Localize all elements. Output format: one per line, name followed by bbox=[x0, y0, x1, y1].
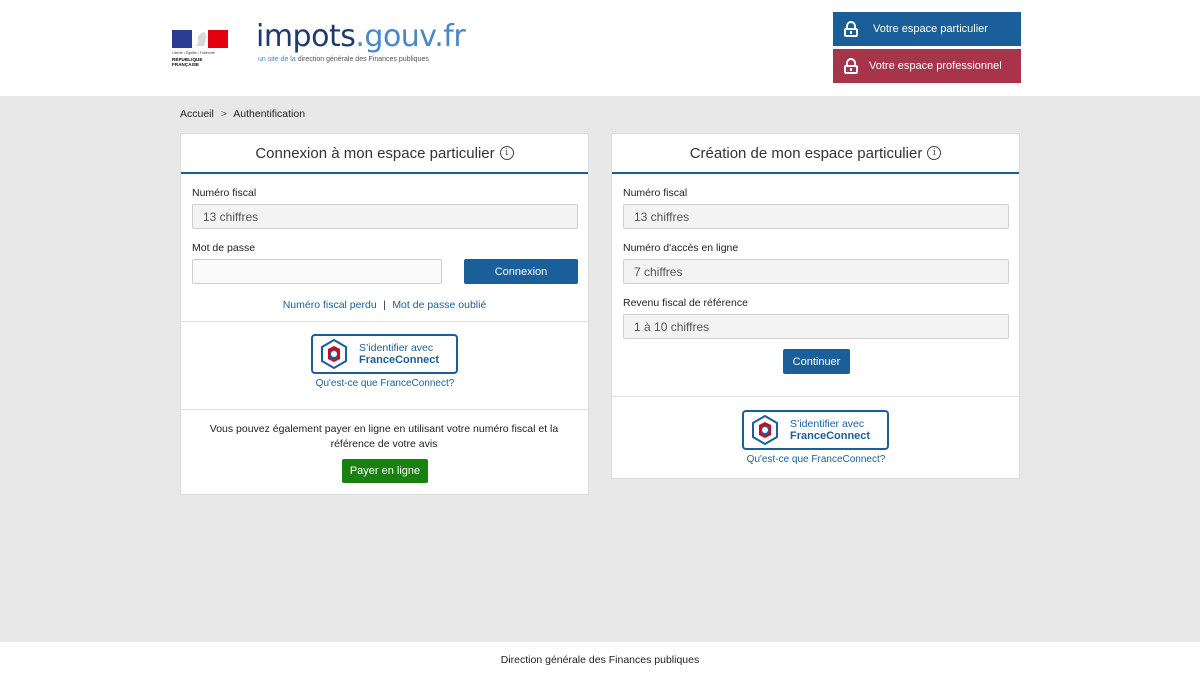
marianne-profile-icon bbox=[195, 32, 207, 46]
franceconnect-line2: FranceConnect bbox=[359, 354, 440, 366]
brand-subtitle-suffix: direction générale des Finances publique… bbox=[297, 56, 429, 63]
divider bbox=[181, 321, 588, 322]
forgot-password-link[interactable]: Mot de passe oublié bbox=[392, 299, 486, 311]
lock-icon bbox=[843, 58, 859, 74]
access-number-label: Numéro d'accès en ligne bbox=[623, 242, 739, 254]
create-card-title: Création de mon espace particulier bbox=[689, 144, 923, 162]
franceconnect-line1: S’identifier avec bbox=[790, 418, 865, 430]
info-icon[interactable]: i bbox=[499, 146, 514, 160]
create-card-header: Création de mon espace particulier i bbox=[612, 134, 1019, 174]
franceconnect-line2: FranceConnect bbox=[790, 430, 871, 442]
links-separator: | bbox=[383, 299, 386, 311]
divider bbox=[612, 396, 1019, 397]
footer-text: Direction générale des Finances publique… bbox=[500, 654, 700, 666]
password-input[interactable] bbox=[192, 259, 442, 284]
brand-subtitle-prefix: un site de la bbox=[258, 56, 296, 63]
login-card-title: Connexion à mon espace particulier bbox=[255, 144, 495, 162]
breadcrumb-home-link[interactable]: Accueil bbox=[180, 108, 214, 120]
connect-button[interactable]: Connexion bbox=[464, 259, 578, 284]
particulier-space-button[interactable]: Votre espace particulier bbox=[833, 12, 1021, 46]
franceconnect-help-link[interactable]: Qu'est-ce que FranceConnect? bbox=[716, 454, 916, 465]
main-content: Accueil > Authentification Connexion à m… bbox=[0, 96, 1200, 642]
password-label: Mot de passe bbox=[192, 242, 256, 254]
reference-revenue-input[interactable]: 1 à 10 chiffres bbox=[623, 314, 1009, 339]
franceconnect-logo-icon bbox=[321, 339, 347, 369]
franceconnect-button[interactable]: S’identifier avec FranceConnect bbox=[742, 410, 889, 450]
franceconnect-help-link[interactable]: Qu'est-ce que FranceConnect? bbox=[285, 378, 485, 389]
fiscal-number-input[interactable]: 13 chiffres bbox=[623, 204, 1009, 229]
login-card: Connexion à mon espace particulier i Num… bbox=[180, 133, 589, 495]
login-card-header: Connexion à mon espace particulier i bbox=[181, 134, 588, 174]
info-icon[interactable]: i bbox=[927, 146, 942, 160]
franceconnect-logo-icon bbox=[752, 415, 778, 445]
brand-name: impots.gouv.fr bbox=[256, 19, 466, 54]
reference-revenue-label: Revenu fiscal de référence bbox=[623, 297, 748, 309]
continue-button[interactable]: Continuer bbox=[783, 349, 850, 374]
lock-icon bbox=[843, 21, 859, 37]
site-brand[interactable]: impots.gouv.fr un site de la direction g… bbox=[256, 19, 466, 64]
republic-motto: Liberté • Égalité • Fraternité bbox=[172, 51, 215, 55]
fiscal-number-input[interactable]: 13 chiffres bbox=[192, 204, 578, 229]
professionnel-space-button[interactable]: Votre espace professionnel bbox=[833, 49, 1021, 83]
create-account-card: Création de mon espace particulier i Num… bbox=[611, 133, 1020, 479]
franceconnect-line1: S’identifier avec bbox=[359, 342, 434, 354]
brand-name-domain: .gouv.fr bbox=[355, 19, 466, 54]
fiscal-number-label: Numéro fiscal bbox=[192, 187, 257, 199]
marianne-logo[interactable]: Liberté • Égalité • Fraternité RÉPUBLIQU… bbox=[172, 30, 230, 67]
pay-online-button[interactable]: Payer en ligne bbox=[342, 459, 428, 483]
divider bbox=[181, 409, 588, 410]
brand-subtitle: un site de la direction générale des Fin… bbox=[258, 56, 465, 63]
franceconnect-button[interactable]: S’identifier avec FranceConnect bbox=[311, 334, 458, 374]
recovery-links: Numéro fiscal perdu | Mot de passe oubli… bbox=[181, 295, 588, 313]
republic-name: RÉPUBLIQUE FRANÇAISE bbox=[172, 57, 203, 67]
breadcrumb-current: Authentification bbox=[233, 108, 306, 120]
breadcrumb-separator: > bbox=[220, 108, 227, 120]
tricolor-flag-icon bbox=[172, 30, 228, 48]
site-footer: Direction générale des Finances publique… bbox=[0, 642, 1200, 675]
access-number-input[interactable]: 7 chiffres bbox=[623, 259, 1009, 284]
fiscal-number-label: Numéro fiscal bbox=[623, 187, 688, 199]
site-header: Liberté • Égalité • Fraternité RÉPUBLIQU… bbox=[0, 0, 1200, 96]
pay-online-description: Vous pouvez également payer en ligne en … bbox=[209, 423, 559, 450]
lost-fiscal-number-link[interactable]: Numéro fiscal perdu bbox=[283, 299, 377, 311]
professionnel-space-label: Votre espace professionnel bbox=[869, 60, 1002, 72]
breadcrumb: Accueil > Authentification bbox=[180, 108, 305, 120]
brand-name-main: impots bbox=[256, 19, 356, 54]
particulier-space-label: Votre espace particulier bbox=[873, 23, 988, 35]
